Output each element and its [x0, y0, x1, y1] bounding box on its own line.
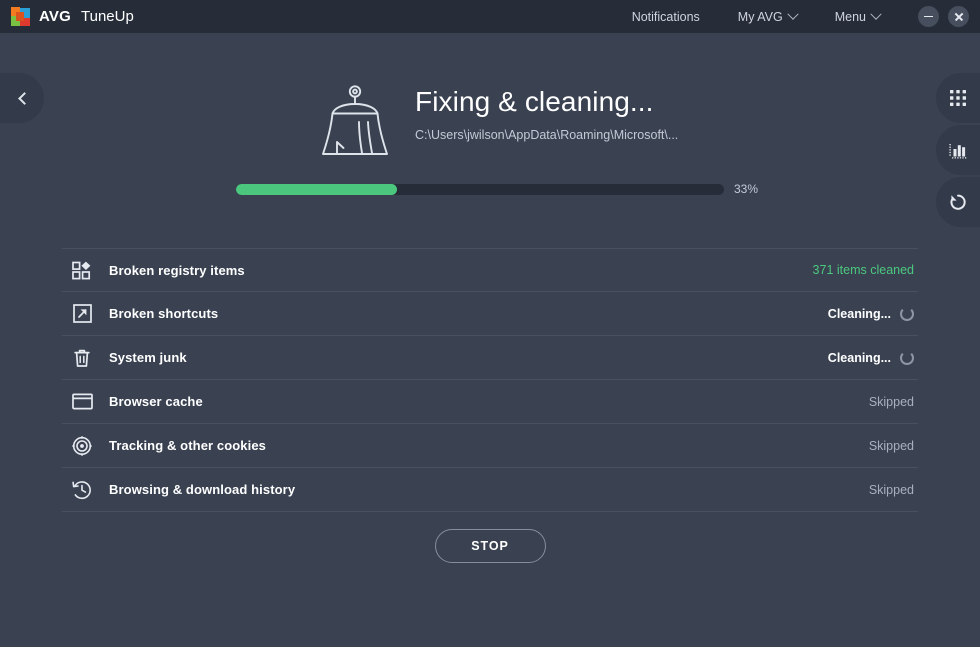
task-row-status: 371 items cleaned — [813, 263, 916, 277]
chevron-down-icon — [787, 8, 799, 20]
registry-blocks-icon — [70, 258, 94, 282]
my-avg-menu[interactable]: My AVG — [737, 8, 799, 24]
title-bar: AVG TuneUp Notifications My AVG Menu — [0, 0, 980, 33]
status-badge: Cleaning... — [827, 306, 891, 321]
hero-text: Fixing & cleaning... C:\Users\jwilson\Ap… — [415, 78, 679, 143]
current-path: C:\Users\jwilson\AppData\Roaming\Microso… — [415, 128, 679, 143]
minimize-button[interactable] — [918, 6, 939, 27]
task-row[interactable]: Browsing & download history Skipped — [62, 468, 918, 512]
task-row-label: Broken registry items — [109, 262, 245, 278]
task-row-label: Broken shortcuts — [109, 306, 219, 321]
titlebar-right: Notifications My AVG Menu — [632, 0, 980, 33]
progress-bar — [236, 183, 724, 195]
target-circles-icon — [70, 434, 94, 458]
task-row[interactable]: System junk Cleaning... — [62, 336, 918, 380]
progress-percent-label: 33% — [734, 182, 759, 196]
app-name: TuneUp — [81, 8, 134, 25]
shortcut-arrow-icon — [70, 302, 94, 326]
my-avg-label: My AVG — [737, 9, 783, 24]
notifications-label: Notifications — [631, 9, 700, 24]
task-row-status: Skipped — [869, 395, 916, 409]
task-row-status: Cleaning... — [827, 350, 916, 365]
chevron-down-icon — [870, 8, 882, 20]
trash-bin-icon — [70, 346, 94, 370]
status-badge: Cleaning... — [827, 350, 891, 365]
loading-spinner-icon — [900, 350, 914, 365]
hero-section: Fixing & cleaning... C:\Users\jwilson\Ap… — [0, 33, 980, 240]
status-badge: Skipped — [868, 482, 914, 497]
task-row-label: System junk — [109, 350, 187, 365]
task-row-status: Skipped — [869, 439, 916, 453]
hero-inner: Fixing & cleaning... C:\Users\jwilson\Ap… — [318, 78, 678, 160]
status-badge: 371 items cleaned — [812, 263, 914, 277]
close-button[interactable] — [948, 6, 969, 27]
action-bar: STOP — [0, 529, 980, 563]
task-row-label: Tracking & other cookies — [109, 438, 267, 453]
loading-spinner-icon — [900, 306, 914, 321]
task-row-status: Cleaning... — [827, 306, 916, 321]
task-row-label: Browsing & download history — [109, 482, 296, 497]
progress-bar-fill — [236, 183, 398, 195]
main-menu[interactable]: Menu — [834, 8, 882, 24]
clock-history-icon — [70, 478, 94, 502]
task-row[interactable]: Tracking & other cookies Skipped — [62, 424, 918, 468]
broom-icon — [322, 85, 388, 155]
avg-logo-icon — [11, 7, 30, 26]
progress-area: 33% — [236, 182, 758, 196]
status-badge: Skipped — [868, 394, 914, 409]
browser-window-icon — [70, 390, 94, 414]
brand: AVG TuneUp — [11, 7, 134, 26]
stop-button[interactable]: STOP — [434, 529, 546, 563]
brand-name: AVG — [39, 8, 71, 25]
task-row[interactable]: Broken registry items 371 items cleaned — [62, 248, 918, 292]
cleanup-task-list: Broken registry items 371 items cleaned Br… — [62, 248, 918, 512]
task-row[interactable]: Broken shortcuts Cleaning... — [62, 292, 918, 336]
notifications-link[interactable]: Notifications — [632, 10, 700, 24]
task-row-status: Skipped — [869, 483, 916, 497]
status-badge: Skipped — [868, 438, 914, 453]
task-row[interactable]: Browser cache Skipped — [62, 380, 918, 424]
page-title: Fixing & cleaning... — [415, 86, 654, 117]
menu-label: Menu — [834, 9, 866, 24]
task-row-label: Browser cache — [109, 394, 203, 409]
